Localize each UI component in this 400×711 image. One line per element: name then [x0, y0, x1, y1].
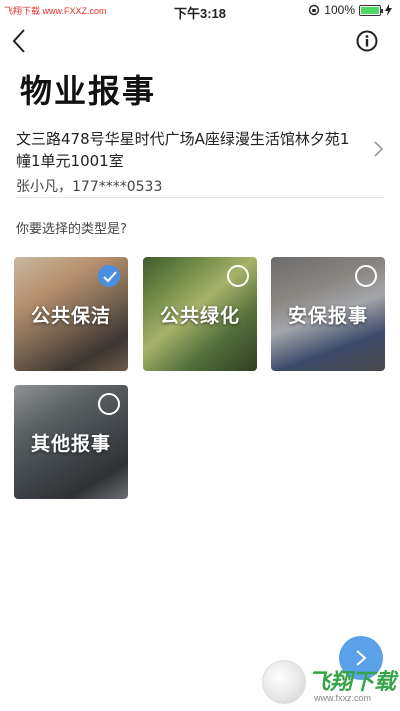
category-tile-greening[interactable]: 公共绿化: [143, 257, 257, 371]
category-tile-security[interactable]: 安保报事: [271, 257, 385, 371]
battery-icon: [359, 4, 383, 16]
unselected-circle-icon[interactable]: [355, 265, 377, 287]
watermark: 飞翔下载 www.fxxz.com: [262, 660, 396, 708]
category-label: 安保报事: [287, 305, 368, 327]
watermark-logo-icon: [262, 660, 306, 704]
info-icon: [356, 30, 378, 52]
rotation-lock-icon: [309, 4, 320, 16]
chevron-left-icon: [12, 29, 25, 53]
status-right: 100%: [308, 3, 392, 17]
watermark-brand: 飞翔下载: [308, 670, 397, 695]
status-bar: 飞翔下载 www.FXXZ.com 下午3:18 100%: [0, 0, 400, 22]
battery-percent: 100%: [324, 3, 355, 17]
selected-check-icon[interactable]: [98, 265, 120, 287]
category-label: 公共保洁: [30, 305, 111, 327]
unselected-circle-icon[interactable]: [98, 393, 120, 415]
unselected-circle-icon[interactable]: [227, 265, 249, 287]
category-label: 其他报事: [30, 433, 111, 455]
address-selector[interactable]: 文三路478号华星时代广场A座绿漫生活馆林夕苑1幢1单元1001室 张小凡，17…: [16, 128, 384, 198]
address-text: 文三路478号华星时代广场A座绿漫生活馆林夕苑1幢1单元1001室: [16, 130, 350, 170]
contact-text: 张小凡，177****0533: [16, 179, 163, 195]
type-prompt: 你要选择的类型是?: [16, 222, 127, 237]
charging-icon: [385, 4, 392, 16]
back-button[interactable]: [8, 26, 32, 56]
info-button[interactable]: [356, 30, 378, 52]
category-tile-cleaning[interactable]: 公共保洁: [14, 257, 128, 371]
chevron-right-icon: [374, 141, 384, 157]
page-title: 物业报事: [20, 72, 157, 110]
category-label: 公共绿化: [159, 305, 240, 327]
watermark-url: www.fxxz.com: [314, 693, 372, 703]
nav-bar: [0, 22, 400, 60]
category-tile-other[interactable]: 其他报事: [14, 385, 128, 499]
